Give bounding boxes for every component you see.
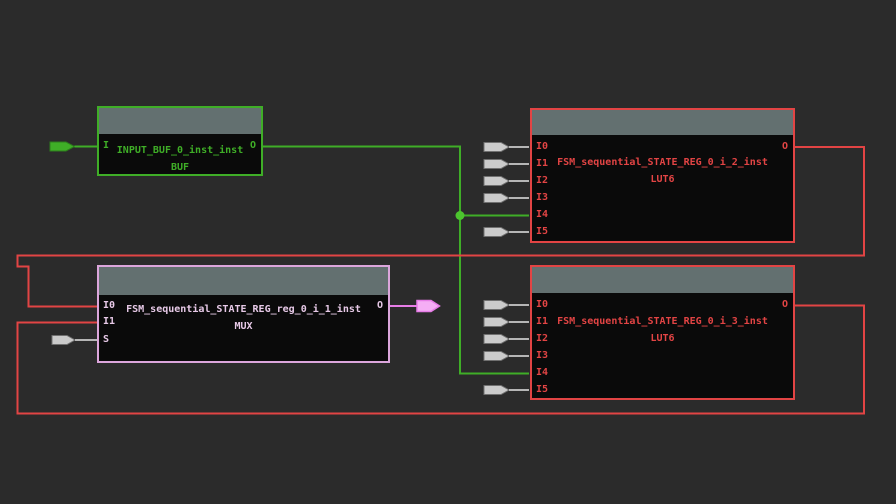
pin-label-i0: I0 [536, 299, 549, 310]
unconnected-net-stub-icon[interactable] [483, 193, 529, 203]
pin-label-i0: I0 [536, 141, 549, 152]
unconnected-net-stub-icon[interactable] [483, 351, 529, 361]
unconnected-net-stub-icon[interactable] [483, 227, 529, 237]
cell-type: MUX [234, 321, 253, 332]
cell-lut6-i3[interactable]: I0 I1 I2 I3 I4 I5 O FSM_sequential_STATE… [530, 265, 795, 400]
instance-name: FSM_sequential_STATE_REG_0_i_2_inst [557, 157, 768, 168]
unconnected-net-stub-icon[interactable] [483, 142, 529, 152]
unconnected-net-stub-icon[interactable] [483, 159, 529, 169]
pin-label-i5: I5 [536, 226, 549, 237]
wire-layer [16, 141, 865, 415]
pin-label-i5: I5 [536, 384, 549, 395]
cell-type: LUT6 [650, 333, 675, 344]
pin-label-i4: I4 [536, 367, 549, 378]
pin-label-i3: I3 [536, 350, 549, 361]
instance-name: FSM_sequential_STATE_REG_reg_0_i_1_inst [126, 304, 361, 315]
cell-header [99, 108, 261, 134]
cell-lut6-i2[interactable]: I0 I1 I2 I3 I4 I5 O FSM_sequential_STATE… [530, 108, 795, 243]
cell-type: LUT6 [650, 174, 675, 185]
input-port-icon[interactable] [49, 141, 76, 152]
cell-type: BUF [170, 162, 190, 173]
unconnected-net-stub-icon[interactable] [483, 334, 529, 344]
instance-name: FSM_sequential_STATE_REG_0_i_3_inst [557, 316, 768, 327]
unconnected-net-stub-icon[interactable] [483, 176, 529, 186]
unconnected-net-stub-icon[interactable] [483, 317, 529, 327]
cell-mux[interactable]: I0 I1 S O FSM_sequential_STATE_REG_reg_0… [97, 265, 390, 363]
cell-input-buf[interactable]: I O INPUT_BUF_0_inst_inst BUF [97, 106, 263, 176]
cell-header [99, 267, 388, 295]
pin-label-s: S [103, 334, 110, 345]
wire-junction-dot[interactable] [455, 211, 465, 220]
unconnected-net-stub-icon[interactable] [483, 385, 529, 395]
unconnected-net-stub-icon[interactable] [483, 300, 529, 310]
pin-label-o: O [781, 299, 788, 310]
output-port-icon[interactable] [416, 299, 441, 313]
pin-label-i3: I3 [536, 192, 549, 203]
cell-header [532, 267, 793, 293]
cell-header [532, 110, 793, 135]
pin-label-o: O [781, 141, 788, 152]
instance-name: INPUT_BUF_0_inst_inst [116, 145, 244, 156]
pin-label-i4: I4 [536, 209, 549, 220]
schematic-canvas[interactable]: I O INPUT_BUF_0_inst_inst BUF I0 I1 I2 I… [0, 0, 896, 504]
unconnected-net-stub-icon[interactable] [51, 335, 97, 345]
